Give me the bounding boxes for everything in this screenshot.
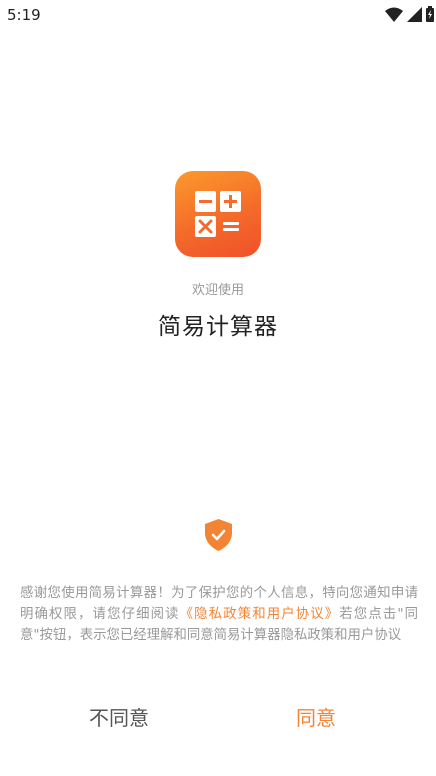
cellular-signal-icon: [407, 6, 422, 22]
status-time: 5:19: [7, 6, 41, 24]
status-icons: [385, 6, 434, 22]
agree-button[interactable]: 同意: [216, 696, 416, 740]
calculator-glyph: [195, 191, 241, 237]
battery-icon: [426, 6, 434, 22]
disagree-button[interactable]: 不同意: [19, 696, 219, 740]
privacy-notice: 感谢您使用简易计算器！为了保护您的个人信息，特向您通知申请明确权限，请您仔细阅读…: [20, 583, 418, 646]
wifi-icon: [385, 7, 403, 22]
calculator-icon: [175, 171, 261, 257]
welcome-text: 欢迎使用: [191, 283, 244, 298]
app-name-title: 简易计算器: [158, 314, 278, 340]
status-bar: 5:19: [0, 0, 436, 30]
privacy-policy-link[interactable]: 《隐私政策和用户协议》: [180, 607, 340, 622]
shield-check-icon: [205, 519, 232, 551]
